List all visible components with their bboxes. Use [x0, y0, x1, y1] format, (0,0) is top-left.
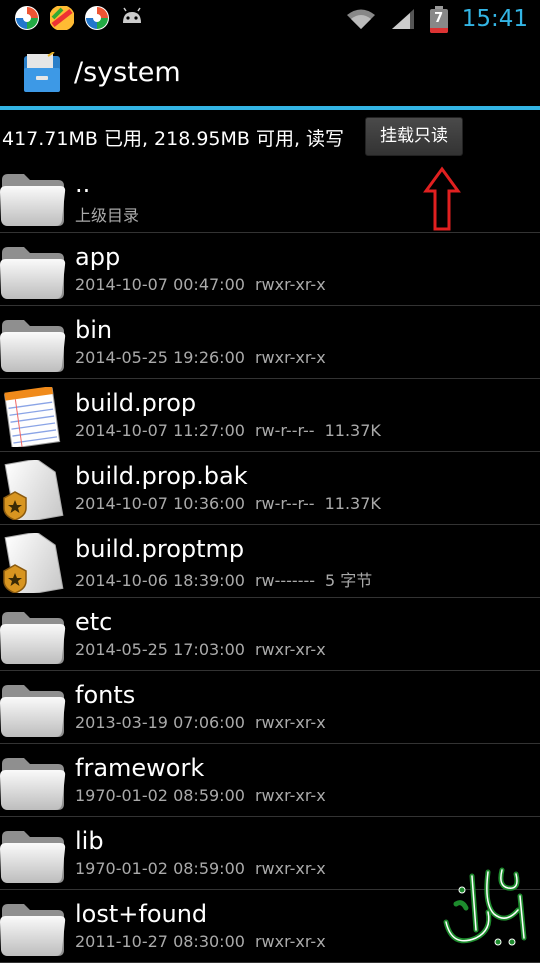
app-icon-2	[50, 6, 74, 30]
file-name: build.proptmp	[75, 535, 245, 563]
file-permissions: rwxr-xr-x	[254, 713, 326, 732]
file-date: 1970-01-02 08:59:00	[75, 859, 245, 878]
file-meta: 2014-10-07 00:47:00 rwxr-xr-x	[75, 275, 336, 294]
notepad-icon	[0, 386, 66, 449]
file-name: app	[75, 243, 121, 271]
file-row[interactable]: bin 2014-05-25 19:26:00 rwxr-xr-x	[0, 306, 540, 379]
app-icon-1	[15, 6, 39, 30]
wifi-icon	[346, 9, 375, 29]
file-date: 2014-05-25 19:26:00	[75, 348, 245, 367]
clock: 15:41	[461, 6, 528, 32]
file-name: fonts	[75, 681, 136, 709]
file-badge-icon	[0, 458, 66, 525]
file-permissions: rwxr-xr-x	[254, 932, 326, 951]
signal-icon	[391, 9, 414, 29]
page-title: /system	[74, 57, 181, 88]
file-size: 11.37K	[324, 421, 381, 440]
file-name: lib	[75, 827, 104, 855]
folder-icon	[0, 314, 66, 374]
file-meta: 2014-10-06 18:39:00 rw------- 5 字节	[75, 567, 382, 591]
file-name: build.prop	[75, 389, 197, 417]
file-badge-icon	[0, 531, 66, 598]
file-meta: 上级目录	[75, 202, 149, 226]
file-meta: 1970-01-02 08:59:00 rwxr-xr-x	[75, 786, 336, 805]
file-date: 2013-03-19 07:06:00	[75, 713, 245, 732]
folder-icon	[0, 898, 66, 958]
up-arrow-annotation-icon	[423, 166, 461, 231]
file-name: ..	[75, 170, 91, 198]
battery-icon: 7	[429, 5, 448, 33]
file-name: build.prop.bak	[75, 462, 248, 490]
file-list: .. 上级目录 app 2014-10-07 00:47:00 rwxr-xr-x bin…	[0, 160, 540, 963]
file-row[interactable]: app 2014-10-07 00:47:00 rwxr-xr-x	[0, 233, 540, 306]
file-name: etc	[75, 608, 113, 636]
file-date: 2014-10-06 18:39:00	[75, 571, 245, 590]
file-row[interactable]: build.proptmp 2014-10-06 18:39:00 rw------…	[0, 525, 540, 598]
file-meta: 2014-10-07 10:36:00 rw-r--r-- 11.37K	[75, 494, 391, 513]
file-meta: 2011-10-27 08:30:00 rwxr-xr-x	[75, 932, 336, 951]
status-bar: 7 15:41	[0, 0, 540, 38]
file-permissions: rwxr-xr-x	[254, 348, 326, 367]
file-permissions: rwxr-xr-x	[254, 859, 326, 878]
folder-icon	[0, 168, 66, 228]
folder-icon	[0, 825, 66, 885]
folder-icon	[0, 752, 66, 812]
file-permissions: rwxr-xr-x	[254, 786, 326, 805]
file-date: 2014-10-07 10:36:00	[75, 494, 245, 513]
file-row[interactable]: build.prop 2014-10-07 11:27:00 rw-r--r-- 11…	[0, 379, 540, 452]
file-date: 上级目录	[75, 206, 140, 225]
file-meta: 2014-05-25 19:26:00 rwxr-xr-x	[75, 348, 336, 367]
mount-readonly-button[interactable]: 挂载只读	[365, 117, 463, 156]
android-icon	[123, 7, 141, 23]
file-size: 11.37K	[324, 494, 381, 513]
file-row[interactable]: etc 2014-05-25 17:03:00 rwxr-xr-x	[0, 598, 540, 671]
file-row[interactable]: build.prop.bak 2014-10-07 10:36:00 rw-r--r…	[0, 452, 540, 525]
file-date: 2014-05-25 17:03:00	[75, 640, 245, 659]
file-manager-app-icon[interactable]	[22, 52, 62, 94]
action-bar: /system	[0, 38, 540, 106]
file-date: 2014-10-07 11:27:00	[75, 421, 245, 440]
storage-info-text: 417.71MB 已用, 218.95MB 可用, 读写	[2, 128, 345, 150]
file-permissions: rwxr-xr-x	[254, 275, 326, 294]
folder-icon	[0, 241, 66, 301]
file-meta: 2014-05-25 17:03:00 rwxr-xr-x	[75, 640, 336, 659]
folder-icon	[0, 606, 66, 666]
file-name: framework	[75, 754, 205, 782]
file-date: 2014-10-07 00:47:00	[75, 275, 245, 294]
file-date: 2011-10-27 08:30:00	[75, 932, 245, 951]
file-permissions: rw-r--r--	[254, 421, 315, 440]
file-row[interactable]: framework 1970-01-02 08:59:00 rwxr-xr-x	[0, 744, 540, 817]
file-meta: 1970-01-02 08:59:00 rwxr-xr-x	[75, 859, 336, 878]
app-icon-3	[85, 6, 109, 30]
file-permissions: rw-r--r--	[254, 494, 315, 513]
folder-icon	[0, 679, 66, 739]
file-date: 1970-01-02 08:59:00	[75, 786, 245, 805]
file-name: lost+found	[75, 900, 208, 928]
file-meta: 2014-10-07 11:27:00 rw-r--r-- 11.37K	[75, 421, 391, 440]
file-name: bin	[75, 316, 113, 344]
file-permissions: rw-------	[254, 571, 316, 590]
file-size: 5 字节	[325, 571, 373, 590]
watermark-logo	[443, 867, 527, 946]
file-permissions: rwxr-xr-x	[254, 640, 326, 659]
notification-icons	[14, 5, 145, 31]
file-meta: 2013-03-19 07:06:00 rwxr-xr-x	[75, 713, 336, 732]
file-row[interactable]: fonts 2013-03-19 07:06:00 rwxr-xr-x	[0, 671, 540, 744]
battery-level: 7	[434, 10, 444, 26]
